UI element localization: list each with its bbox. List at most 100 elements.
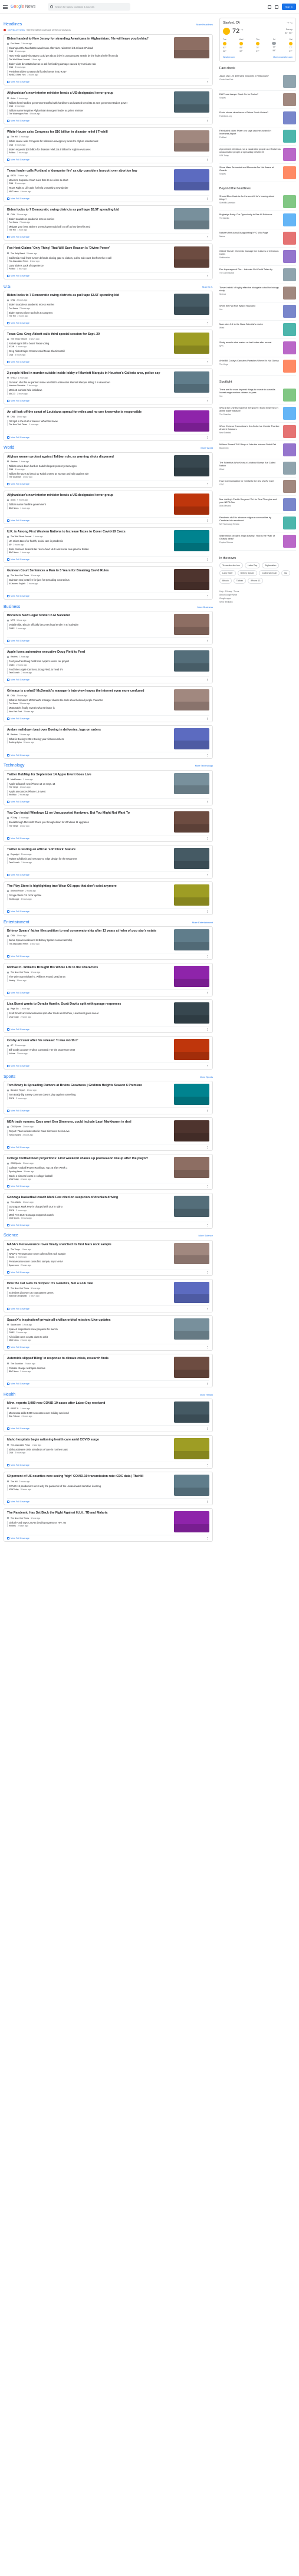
related-headline[interactable]: Apple to launch new iPhone 13 on Sept. 1… bbox=[9, 782, 55, 785]
beyond-item[interactable]: Drs: Asparagus of Our... Intervals Get C… bbox=[219, 266, 296, 284]
related-headline[interactable]: Greg Abbott Signs Controversial Texas El… bbox=[9, 350, 65, 353]
story-source[interactable]: Reuters bbox=[11, 733, 18, 736]
story-thumbnail[interactable] bbox=[174, 1438, 209, 1460]
more-options-icon[interactable] bbox=[208, 595, 209, 598]
related-source[interactable]: CNN bbox=[9, 182, 13, 185]
story-thumbnail[interactable] bbox=[174, 455, 209, 476]
related-headline[interactable]: Report: 76ers uninterested in Cavs Simmo… bbox=[9, 1130, 70, 1133]
related-source[interactable]: BBC News bbox=[9, 551, 18, 554]
related-headline[interactable]: Google Wear OS clock update bbox=[9, 894, 41, 897]
more-options-icon[interactable] bbox=[208, 910, 209, 913]
spotlight-item[interactable]: Watermelon people's 'High drawing'. How … bbox=[219, 532, 296, 551]
related-source[interactable]: Politico bbox=[9, 268, 15, 270]
more-options-icon[interactable] bbox=[208, 120, 209, 123]
factcheck-item[interactable]: A prominent infectious not a vaccinated … bbox=[219, 146, 296, 164]
full-coverage-link[interactable]: View Full Coverage bbox=[7, 517, 209, 522]
related-source[interactable]: Space.com bbox=[9, 1264, 19, 1266]
full-coverage-link[interactable]: View Full Coverage bbox=[7, 1344, 209, 1349]
story-headline[interactable]: SpaceX's Inspiration4 private all-civili… bbox=[7, 1318, 170, 1322]
topic-chip[interactable]: Larry Elder bbox=[219, 570, 236, 576]
help-icon[interactable] bbox=[267, 5, 271, 9]
story-thumbnail[interactable] bbox=[174, 689, 209, 710]
topic-chip[interactable]: Ida bbox=[281, 570, 290, 576]
related-source[interactable]: Houston Chronicle bbox=[9, 384, 25, 387]
related-headline[interactable]: Biden to address pandemic recess worries bbox=[9, 303, 54, 306]
story-source[interactable]: Reuters bbox=[11, 460, 18, 463]
full-coverage-link[interactable]: View Full Coverage bbox=[7, 1268, 209, 1274]
more-options-icon[interactable] bbox=[208, 837, 209, 840]
story-source[interactable]: The Hill bbox=[11, 136, 18, 138]
related-headline[interactable]: California recall front-runner defends c… bbox=[9, 256, 111, 259]
search-input[interactable]: Search for topics, locations & sources bbox=[48, 3, 131, 11]
related-headline[interactable]: Cleanup at the Manhattan warehouse after… bbox=[9, 47, 93, 50]
related-source[interactable]: Sporting News bbox=[9, 1170, 22, 1173]
story-source[interactable]: CNN bbox=[11, 213, 15, 216]
related-source[interactable]: The Guardian bbox=[9, 476, 21, 478]
spotlight-item[interactable]: Millions Shared 'Gift'-Wrap of Jobs the … bbox=[219, 441, 296, 459]
story-thumbnail[interactable] bbox=[174, 966, 209, 988]
story-source[interactable]: CNN bbox=[11, 695, 15, 697]
story-source[interactable]: PCMag bbox=[11, 817, 17, 819]
beyond-item[interactable]: Study reveals what makes us feel better … bbox=[219, 339, 296, 357]
spotlight-item-title[interactable]: Watermelon people's 'High drawing'. How … bbox=[219, 535, 281, 541]
spotlight-item-image[interactable] bbox=[283, 480, 296, 493]
full-coverage-link[interactable]: View Full Coverage bbox=[7, 156, 209, 161]
topic-chip[interactable]: California recall bbox=[259, 570, 280, 576]
related-headline[interactable]: Breakthrough Microsoft: Plans you throug… bbox=[9, 821, 89, 824]
beyond-item[interactable]: Oldest 'Hurrah' Chemists Damage the Cult… bbox=[219, 248, 296, 266]
section-title-health[interactable]: Health bbox=[4, 1393, 15, 1397]
spotlight-item-image[interactable] bbox=[283, 443, 296, 456]
story-thumbnail[interactable] bbox=[174, 1475, 209, 1496]
section-title-science[interactable]: Science bbox=[4, 1233, 18, 1238]
related-source[interactable]: The Hill bbox=[9, 315, 16, 317]
story-source[interactable]: KATU bbox=[11, 175, 16, 177]
story-headline[interactable]: An oil leak off the coast of Louisiana s… bbox=[7, 410, 170, 414]
beyond-item-image[interactable] bbox=[283, 195, 296, 208]
related-headline[interactable]: Volatile ride, Bitcoin officially become… bbox=[9, 623, 78, 626]
related-headline[interactable]: Biden eyes to close tax hole at Congress bbox=[9, 311, 52, 314]
beyond-item-title[interactable]: Nature's first-class Disappointing NYC W… bbox=[219, 232, 281, 235]
beyond-item-title[interactable]: Artist Bill Cosby's Cannabis Parasites W… bbox=[219, 360, 281, 363]
factcheck-item-image[interactable] bbox=[283, 75, 296, 88]
more-options-icon[interactable] bbox=[208, 1271, 209, 1274]
related-headline[interactable]: What is Boeing's 2021 Boeing year Airbus… bbox=[9, 738, 64, 741]
story-headline[interactable]: You Can Install Windows 11 on Unsupporte… bbox=[7, 811, 170, 815]
story-source[interactable]: The Wall Street Journal bbox=[11, 535, 31, 538]
related-source[interactable]: CNN bbox=[9, 66, 13, 68]
story-headline[interactable]: Asteroids slipped'Bling' in response to … bbox=[7, 1357, 170, 1361]
full-coverage-link[interactable]: View Full Coverage bbox=[7, 319, 209, 324]
factcheck-item-title[interactable]: Jason Van Lee defended innocents in Wisc… bbox=[219, 75, 281, 78]
story-source[interactable]: Android Police bbox=[11, 890, 24, 892]
story-source[interactable]: The New York Times bbox=[11, 971, 29, 973]
factcheck-item-title[interactable]: A prominent infectious not a vaccinated … bbox=[219, 148, 281, 154]
related-headline[interactable]: Perseverance rover cores first sample, s… bbox=[9, 1260, 63, 1263]
related-source[interactable]: KXAN bbox=[9, 346, 14, 348]
story-source[interactable]: The Texas Tribune bbox=[11, 338, 27, 340]
related-headline[interactable]: Abbott signs bill to boost Texas voting bbox=[9, 342, 49, 345]
more-options-icon[interactable] bbox=[208, 874, 209, 877]
factcheck-item[interactable]: Stone Mass Beheaded and Moments Are Not … bbox=[219, 164, 296, 182]
story-thumbnail[interactable] bbox=[174, 169, 209, 190]
full-coverage-link[interactable]: View Full Coverage bbox=[7, 835, 209, 840]
story-headline[interactable]: Afghanistan's new interior minister head… bbox=[7, 494, 170, 498]
related-source[interactable]: The Verge bbox=[9, 786, 18, 788]
story-headline[interactable]: Twitter is testing an official 'soft blo… bbox=[7, 848, 170, 852]
section-title-world[interactable]: World bbox=[4, 446, 14, 450]
story-thumbnail[interactable] bbox=[174, 1511, 209, 1533]
related-headline[interactable]: Bill Cosby accuser Andrea Constand: Her … bbox=[9, 1048, 75, 1051]
full-coverage-link[interactable]: View Full Coverage bbox=[7, 1462, 209, 1467]
related-headline[interactable]: Gonzaga's Mark Few is charged with DUI i… bbox=[9, 1205, 63, 1208]
spotlight-item-image[interactable] bbox=[283, 516, 296, 529]
factcheck-item-image[interactable] bbox=[283, 130, 296, 143]
beyond-item[interactable]: Artist Bill Cosby's Cannabis Parasites W… bbox=[219, 357, 296, 376]
related-headline[interactable]: Apple announces iPhone 13 event bbox=[9, 790, 45, 793]
related-source[interactable]: ESPN bbox=[9, 1097, 14, 1100]
story-source[interactable]: NPR bbox=[11, 619, 15, 621]
more-options-icon[interactable] bbox=[208, 1110, 209, 1113]
story-thumbnail[interactable] bbox=[174, 37, 209, 58]
story-source[interactable]: MacRumors bbox=[11, 778, 21, 781]
story-headline[interactable]: Cosby accuser after his release: 'It was… bbox=[7, 1039, 170, 1043]
beyond-item-title[interactable]: Study reveals what makes us feel better … bbox=[219, 341, 281, 344]
more-technology-link[interactable]: More Technology bbox=[195, 764, 213, 767]
spotlight-item-title[interactable]: How Communication for mental to the rest… bbox=[219, 480, 281, 483]
